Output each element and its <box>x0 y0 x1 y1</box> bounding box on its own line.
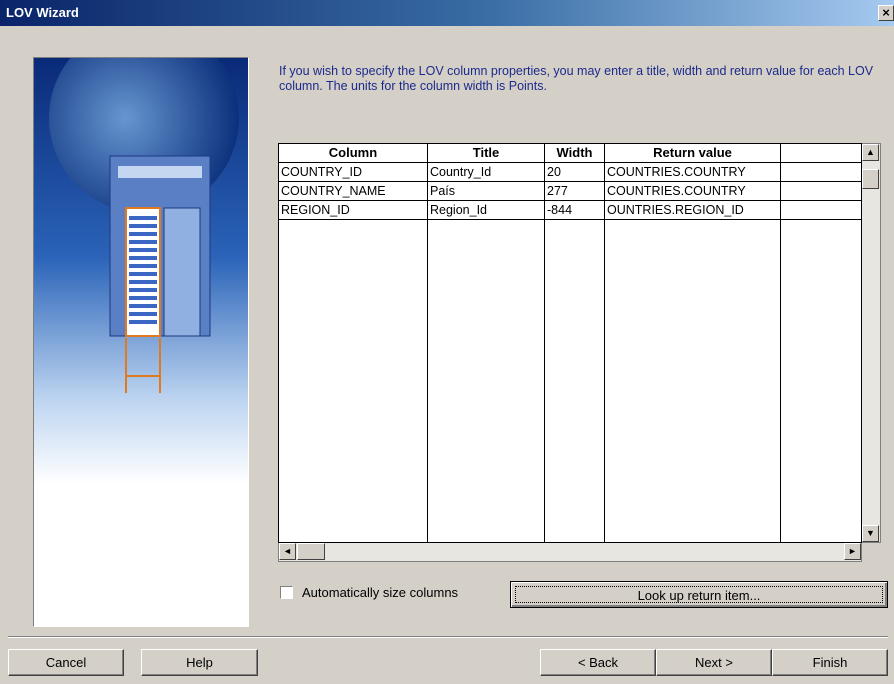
scroll-right-icon[interactable]: ► <box>844 543 861 560</box>
grid-empty-area <box>279 220 861 542</box>
table-row[interactable]: COUNTRY_ID Country_Id 20 COUNTRIES.COUNT… <box>279 163 861 182</box>
cell-empty <box>781 182 861 200</box>
finish-button[interactable]: Finish <box>772 649 888 676</box>
header-title[interactable]: Title <box>428 144 545 162</box>
back-button[interactable]: < Back <box>540 649 656 676</box>
help-button[interactable]: Help <box>141 649 258 676</box>
window-title: LOV Wizard <box>6 5 79 20</box>
scroll-left-icon[interactable]: ◄ <box>279 543 296 560</box>
lookup-button-label: Look up return item... <box>515 586 883 603</box>
window-titlebar: LOV Wizard × <box>0 0 894 26</box>
cell-width[interactable]: 277 <box>545 182 605 200</box>
grid-header: Column Title Width Return value <box>279 144 861 163</box>
cell-width[interactable]: 20 <box>545 163 605 181</box>
header-width[interactable]: Width <box>545 144 605 162</box>
cell-return-value[interactable]: COUNTRIES.COUNTRY <box>605 163 781 181</box>
table-row[interactable]: REGION_ID Region_Id -844 OUNTRIES.REGION… <box>279 201 861 220</box>
wizard-illustration <box>33 57 249 627</box>
cell-title[interactable]: Country_Id <box>428 163 545 181</box>
instructions-text: If you wish to specify the LOV column pr… <box>279 64 874 93</box>
lookup-return-item-button[interactable]: Look up return item... <box>510 581 888 608</box>
vertical-scrollbar[interactable]: ▲ ▼ <box>862 143 881 543</box>
cell-empty <box>781 163 861 181</box>
cell-return-value[interactable]: OUNTRIES.REGION_ID <box>605 201 781 219</box>
cancel-button[interactable]: Cancel <box>8 649 124 676</box>
auto-size-label[interactable]: Automatically size columns <box>302 585 458 600</box>
cell-column[interactable]: REGION_ID <box>279 201 428 219</box>
cell-title[interactable]: Region_Id <box>428 201 545 219</box>
auto-size-checkbox[interactable] <box>280 586 293 599</box>
scroll-corner <box>862 543 881 562</box>
next-button[interactable]: Next > <box>656 649 772 676</box>
cell-column[interactable]: COUNTRY_NAME <box>279 182 428 200</box>
header-column[interactable]: Column <box>279 144 428 162</box>
auto-size-option[interactable]: Automatically size columns <box>280 585 458 600</box>
cell-empty <box>781 201 861 219</box>
horizontal-scrollbar[interactable]: ◄ ► <box>278 543 862 562</box>
table-row[interactable]: COUNTRY_NAME País 277 COUNTRIES.COUNTRY <box>279 182 861 201</box>
lov-columns-grid[interactable]: Column Title Width Return value COUNTRY_… <box>278 143 862 543</box>
cell-width[interactable]: -844 <box>545 201 605 219</box>
horizontal-scroll-thumb[interactable] <box>297 543 325 560</box>
header-empty <box>781 144 861 162</box>
cell-return-value[interactable]: COUNTRIES.COUNTRY <box>605 182 781 200</box>
vertical-scroll-thumb[interactable] <box>862 169 879 189</box>
scroll-up-icon[interactable]: ▲ <box>862 144 879 161</box>
scroll-down-icon[interactable]: ▼ <box>862 525 879 542</box>
header-return-value[interactable]: Return value <box>605 144 781 162</box>
cell-title[interactable]: País <box>428 182 545 200</box>
close-icon[interactable]: × <box>878 5 894 21</box>
cell-column[interactable]: COUNTRY_ID <box>279 163 428 181</box>
button-separator <box>8 636 888 638</box>
